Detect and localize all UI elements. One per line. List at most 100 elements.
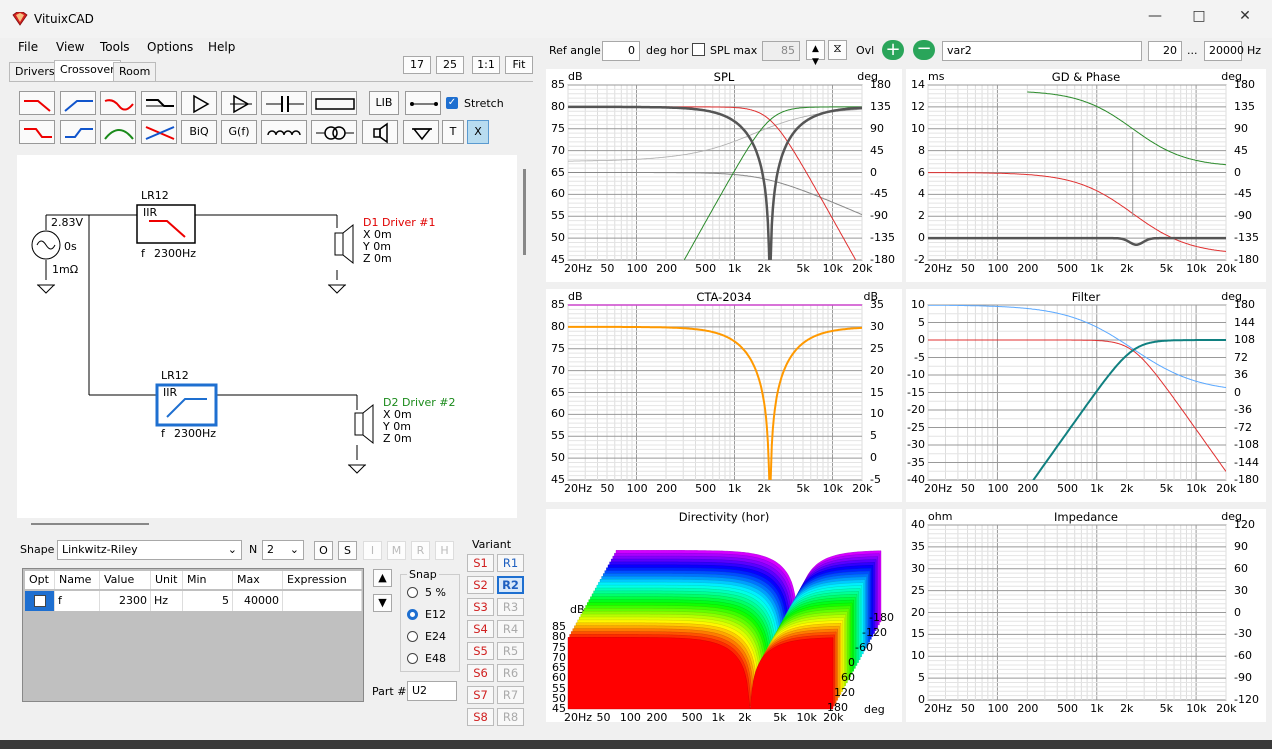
menu-help[interactable]: Help bbox=[208, 40, 235, 54]
minimize-icon[interactable]: — bbox=[1132, 8, 1178, 30]
inductor-button[interactable] bbox=[261, 120, 307, 144]
bandpass-button[interactable] bbox=[100, 120, 136, 144]
t-button[interactable]: T bbox=[442, 120, 464, 144]
highpass-blue-button[interactable] bbox=[60, 91, 96, 115]
right-tick: 20 bbox=[870, 363, 884, 377]
shape-r-button[interactable]: R bbox=[411, 541, 430, 560]
menu-file[interactable]: File bbox=[18, 40, 38, 54]
variant-s-button[interactable]: S4 bbox=[467, 620, 494, 638]
lowpass-red-button[interactable] bbox=[19, 91, 55, 115]
notch-button[interactable] bbox=[100, 91, 136, 115]
gf-button[interactable]: G(f) bbox=[221, 120, 257, 144]
cta-chart[interactable]: CTA-2034 dB dB 85 80 75 70 65 60 55 50 45 35 30 25 20 15… bbox=[546, 289, 902, 502]
row-value[interactable]: 2300 bbox=[100, 591, 151, 611]
x-button[interactable]: X bbox=[467, 120, 489, 144]
shape-i-button[interactable]: I bbox=[363, 541, 382, 560]
amplifier-button[interactable] bbox=[181, 91, 217, 115]
f-max-input[interactable]: 20000 bbox=[1204, 41, 1244, 61]
variant-s-button[interactable]: S2 bbox=[467, 576, 494, 594]
ref-angle-input[interactable]: 0 bbox=[602, 41, 640, 61]
variant-r-button[interactable]: R6 bbox=[497, 664, 524, 682]
move-up-button[interactable]: ▲ bbox=[373, 569, 392, 587]
zoom-fit-button[interactable]: Fit bbox=[505, 56, 533, 74]
capacitor-button[interactable] bbox=[261, 91, 307, 115]
tab-room[interactable]: Room bbox=[113, 62, 157, 81]
maximize-icon[interactable]: □ bbox=[1176, 8, 1222, 30]
move-down-button[interactable]: ▼ bbox=[373, 594, 392, 612]
variant-r-button[interactable]: R8 bbox=[497, 708, 524, 726]
shape-h-button[interactable]: H bbox=[435, 541, 454, 560]
zoom-1to1-button[interactable]: 1:1 bbox=[472, 56, 500, 74]
add-overlay-button[interactable]: + bbox=[882, 40, 904, 60]
shape-s-button[interactable]: S bbox=[338, 541, 357, 560]
spl-chart[interactable]: SPL dB deg 85 80 75 70 65 60 55 50 45 180 135 90 45 0 -45… bbox=[546, 69, 902, 282]
variant-r-button[interactable]: R3 bbox=[497, 598, 524, 616]
variant-s-button[interactable]: S3 bbox=[467, 598, 494, 616]
shape-m-button[interactable]: M bbox=[387, 541, 406, 560]
snap-radio-0[interactable] bbox=[407, 587, 418, 598]
variant-s-button[interactable]: S6 bbox=[467, 664, 494, 682]
spl-max-input[interactable]: 85 bbox=[762, 41, 800, 61]
row-unit[interactable]: Hz bbox=[151, 591, 183, 611]
variant-r-button[interactable]: R7 bbox=[497, 686, 524, 704]
spl-fit-button[interactable]: ⧖ bbox=[828, 40, 847, 60]
biq-button[interactable]: BiQ bbox=[181, 120, 217, 144]
splitter-handle[interactable] bbox=[31, 523, 149, 525]
variant-s-button[interactable]: S8 bbox=[467, 708, 494, 726]
chart-svg bbox=[927, 524, 1227, 701]
row-name[interactable]: f bbox=[55, 591, 100, 611]
shelf-button[interactable] bbox=[141, 91, 177, 115]
variant-r-button[interactable]: R2 bbox=[497, 576, 524, 594]
row-max[interactable]: 40000 bbox=[233, 591, 283, 611]
part-input[interactable]: U2 bbox=[407, 681, 457, 701]
spl-max-checkbox[interactable] bbox=[692, 43, 705, 56]
variant-r-button[interactable]: R5 bbox=[497, 642, 524, 660]
snap-radio-1[interactable] bbox=[407, 609, 418, 620]
source-delay: 0s bbox=[64, 240, 77, 253]
lowpass-1st-button[interactable] bbox=[19, 120, 55, 144]
impedance-chart[interactable]: Impedance ohm deg 40 35 30 25 20 15 10 5 0 120 90 60 30… bbox=[906, 509, 1266, 722]
menu-tools[interactable]: Tools bbox=[100, 40, 130, 54]
highpass-1st-button[interactable] bbox=[60, 120, 96, 144]
left-tick: -40 bbox=[907, 473, 925, 486]
ground-button[interactable] bbox=[403, 120, 439, 144]
shape-select[interactable]: Linkwitz-Riley ⌄ bbox=[57, 540, 242, 560]
stretch-checkbox[interactable]: ✓ bbox=[446, 97, 458, 109]
menu-options[interactable]: Options bbox=[147, 40, 193, 54]
row-expression[interactable] bbox=[283, 591, 362, 611]
variant-r-button[interactable]: R1 bbox=[497, 554, 524, 572]
shape-o-button[interactable]: O bbox=[314, 541, 333, 560]
resistor-button[interactable] bbox=[311, 91, 357, 115]
tab-crossover[interactable]: Crossover bbox=[54, 60, 121, 82]
row-min[interactable]: 5 bbox=[183, 591, 233, 611]
tab-drivers[interactable]: Drivers bbox=[9, 62, 61, 81]
right-tick: 5 bbox=[870, 429, 877, 443]
n-select[interactable]: 2 ⌄ bbox=[262, 540, 304, 560]
close-icon[interactable]: ✕ bbox=[1222, 8, 1268, 30]
gd-phase-chart[interactable]: GD & Phase ms deg 14 12 10 8 6 4 2 0 -2 180 135 90 45 0-… bbox=[906, 69, 1266, 282]
transformer-button[interactable] bbox=[311, 120, 357, 144]
variant-name-input[interactable]: var2 bbox=[942, 41, 1142, 61]
snap-radio-2[interactable] bbox=[407, 631, 418, 642]
speaker-button[interactable] bbox=[362, 120, 398, 144]
menu-view[interactable]: View bbox=[56, 40, 84, 54]
schematic-canvas[interactable]: 2.83V 0s 1mΩ LR12 IIR f 2300Hz LR12 IIR … bbox=[17, 155, 526, 518]
lib-button[interactable]: LIB bbox=[369, 91, 399, 115]
variant-r-button[interactable]: R4 bbox=[497, 620, 524, 638]
remove-overlay-button[interactable]: − bbox=[913, 40, 935, 60]
variant-s-button[interactable]: S1 bbox=[467, 554, 494, 572]
variant-s-button[interactable]: S7 bbox=[467, 686, 494, 704]
schematic-scrollbar[interactable] bbox=[523, 169, 526, 255]
filter-chart[interactable]: Filter deg 10 5 0 -5 -10 -15 -20 -25 -30 -35 -40 180 1… bbox=[906, 289, 1266, 502]
directivity-chart[interactable]: Directivity (hor) dB 85 80 75 70 65 60 55 50 45 20H… bbox=[546, 509, 902, 724]
buffer-button[interactable] bbox=[221, 91, 257, 115]
spl-updown-button[interactable]: ▲ ▼ bbox=[806, 40, 825, 67]
allpass-button[interactable] bbox=[141, 120, 177, 144]
row-opt-checkbox[interactable] bbox=[25, 591, 55, 611]
zoom-25-button[interactable]: 25 bbox=[436, 56, 464, 74]
variant-s-button[interactable]: S5 bbox=[467, 642, 494, 660]
zoom-17-button[interactable]: 17 bbox=[403, 56, 431, 74]
f-min-input[interactable]: 20 bbox=[1148, 41, 1182, 61]
wire-button[interactable] bbox=[405, 91, 441, 115]
snap-radio-3[interactable] bbox=[407, 653, 418, 664]
